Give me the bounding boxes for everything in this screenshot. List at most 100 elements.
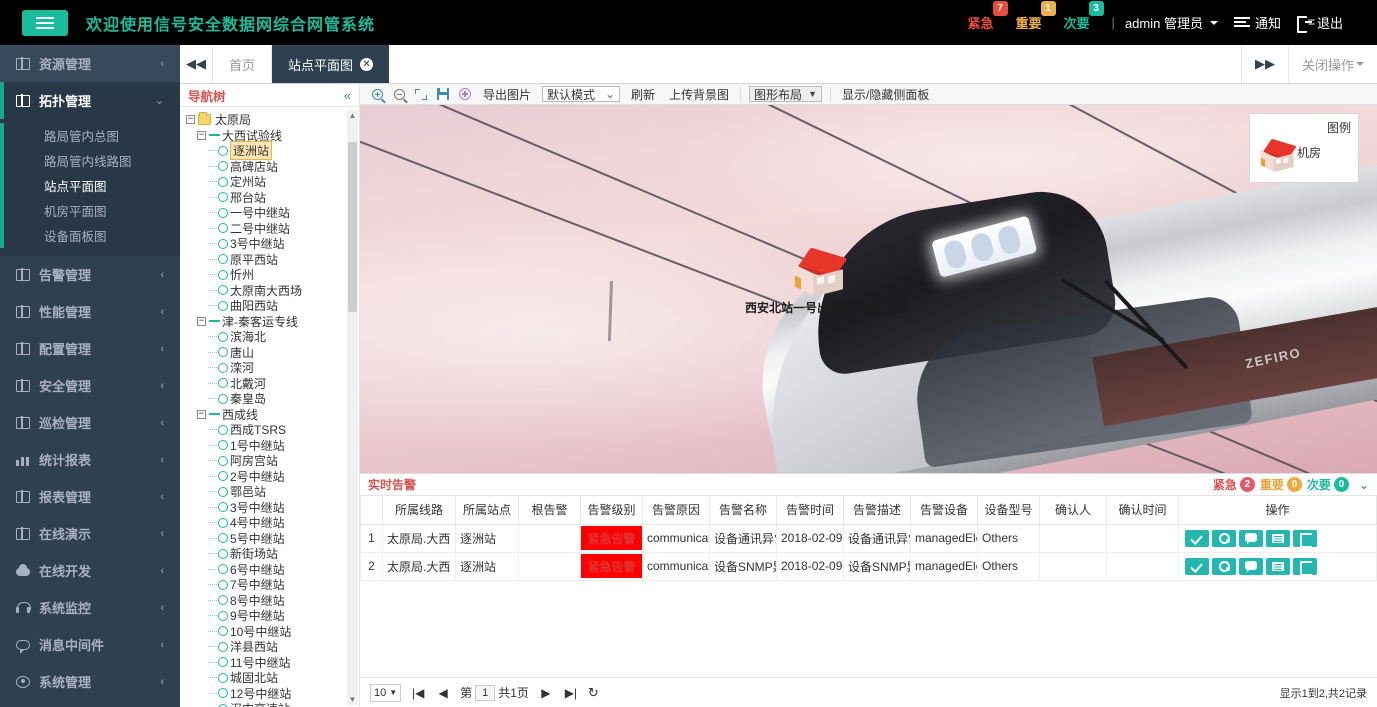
alarm-column-header[interactable]: 告警级别 bbox=[580, 496, 643, 525]
tree-node[interactable]: 鄠邑站 bbox=[186, 484, 359, 500]
tree-node[interactable]: 秦皇岛 bbox=[186, 391, 359, 407]
tree-node[interactable]: 滦河 bbox=[186, 360, 359, 376]
tree-scroll-down-icon[interactable]: ▼ bbox=[347, 694, 358, 705]
tree-node[interactable]: 1号中继站 bbox=[186, 438, 359, 454]
sidebar-item-config[interactable]: 配置管理 ‹ bbox=[0, 330, 180, 367]
alarm-table-row[interactable]: 1太原局.大西逐洲站紧急告警communicat设备通讯异常2018-02-09… bbox=[360, 523, 1377, 553]
book-icon[interactable] bbox=[1266, 529, 1290, 547]
alarm-column-header[interactable]: 根告警 bbox=[518, 496, 581, 525]
sidebar-item-statistics[interactable]: 统计报表 ‹ bbox=[0, 441, 180, 478]
hamburger-menu-icon[interactable] bbox=[22, 9, 68, 36]
tree-scroll-thumb[interactable] bbox=[348, 142, 357, 312]
tree-node[interactable]: 曲阳西站 bbox=[186, 298, 359, 314]
tree-node[interactable]: 8号中继站 bbox=[186, 593, 359, 609]
tree-node[interactable]: − 大西试验线 bbox=[186, 128, 359, 144]
display-mode-select[interactable]: 默认模式 ⌄ bbox=[542, 86, 621, 102]
tab-close-icon[interactable]: ✕ bbox=[360, 57, 374, 71]
tree-node[interactable]: 洋县西站 bbox=[186, 639, 359, 655]
last-page-button[interactable]: ▶| bbox=[563, 686, 579, 700]
upload-background-button[interactable]: 上传背景图 bbox=[662, 86, 736, 103]
sidebar-item-station-plan[interactable]: 站点平面图 bbox=[0, 173, 180, 198]
navigation-tree-body[interactable]: − 太原局 − 大西试验线 逐洲站 高碑店站 定州站 邢台站 一号中继站 二号中继站 3号中继站 原平… bbox=[180, 107, 359, 707]
add-node-icon[interactable] bbox=[454, 85, 476, 104]
search-icon[interactable] bbox=[1212, 557, 1236, 575]
sidebar-item-topology[interactable]: 拓扑管理 ⌄ bbox=[0, 82, 180, 119]
logout-button[interactable]: 退出 bbox=[1296, 13, 1343, 33]
tree-node[interactable]: 6号中继站 bbox=[186, 562, 359, 578]
comment-icon[interactable] bbox=[1239, 529, 1263, 547]
sidebar-item-security[interactable]: 安全管理 ‹ bbox=[0, 367, 180, 404]
collapse-panel-icon[interactable]: « bbox=[344, 88, 351, 103]
tree-node[interactable]: 12号中继站 bbox=[186, 686, 359, 702]
alarm-column-header[interactable]: 告警设备 bbox=[910, 496, 978, 525]
alarm-column-header[interactable]: 操作 bbox=[1178, 496, 1377, 525]
detail-icon[interactable] bbox=[1293, 529, 1317, 547]
sidebar-item-device-panel[interactable]: 设备面板图 bbox=[0, 223, 180, 248]
check-icon[interactable] bbox=[1185, 557, 1209, 575]
sidebar-item-bureau-overview[interactable]: 路局管内总图 bbox=[0, 123, 180, 148]
tree-toggle-icon[interactable]: − bbox=[197, 316, 206, 326]
page-size-select[interactable]: 10 ▼ bbox=[370, 683, 402, 702]
zoom-out-icon[interactable] bbox=[388, 85, 410, 104]
alarm-panel-collapse-icon[interactable]: ⌄ bbox=[1359, 478, 1369, 492]
alarm-table-wrapper[interactable]: 所属线路 所属站点 根告警 告警级别 告警原因 告警名称 告警时间 告警描述 告警设备 设备型号确… bbox=[360, 496, 1377, 677]
user-menu[interactable]: admin 管理员 bbox=[1125, 13, 1218, 32]
sidebar-item-resource[interactable]: 资源管理 ‹ bbox=[0, 45, 180, 82]
tree-node[interactable]: 2号中继站 bbox=[186, 469, 359, 485]
tree-node[interactable]: − 津-秦客运专线 bbox=[186, 314, 359, 330]
check-icon[interactable] bbox=[1185, 529, 1209, 547]
tree-node[interactable]: 忻州 bbox=[186, 267, 359, 283]
tree-toggle-icon[interactable]: − bbox=[197, 130, 206, 140]
search-icon[interactable] bbox=[1212, 529, 1236, 547]
tree-node[interactable]: 3号中继站 bbox=[186, 236, 359, 252]
page-number-input[interactable]: 1 bbox=[475, 684, 496, 701]
tree-node[interactable]: 阿房宫站 bbox=[186, 453, 359, 469]
tree-node[interactable]: 10号中继站 bbox=[186, 624, 359, 640]
tree-node[interactable]: 11号中继站 bbox=[186, 655, 359, 671]
sidebar-item-performance[interactable]: 性能管理 ‹ bbox=[0, 293, 180, 330]
tree-node[interactable]: − 太原局 bbox=[186, 112, 359, 128]
tree-node[interactable]: 一号中继站 bbox=[186, 205, 359, 221]
first-page-button[interactable]: |◀ bbox=[410, 686, 426, 700]
topology-canvas[interactable]: ZEFIRO 西安北站一号出站口-北京-高铁 图例 机房 bbox=[360, 105, 1377, 474]
tree-toggle-icon[interactable]: − bbox=[186, 115, 195, 125]
tree-node[interactable]: 高碑店站 bbox=[186, 159, 359, 175]
sidebar-item-online-dev[interactable]: 在线开发 ‹ bbox=[0, 552, 180, 589]
tree-node[interactable]: − 西成线 bbox=[186, 407, 359, 423]
sidebar-item-alarm[interactable]: 告警管理 ‹ bbox=[0, 256, 180, 293]
alarm-count-critical[interactable]: 紧急 2 bbox=[1213, 476, 1255, 493]
tree-node[interactable]: 汉中高速站 bbox=[186, 701, 359, 707]
tree-node[interactable]: 二号中继站 bbox=[186, 221, 359, 237]
alarm-column-header[interactable]: 确认人 bbox=[1039, 496, 1107, 525]
sidebar-item-system[interactable]: 系统管理 ‹ bbox=[0, 663, 180, 700]
sidebar-item-sysmonitor[interactable]: 系统监控 ‹ bbox=[0, 589, 180, 626]
graph-layout-select[interactable]: 图形布局 ▼ bbox=[749, 86, 822, 102]
sidebar-item-online-demo[interactable]: 在线演示 ‹ bbox=[0, 515, 180, 552]
tree-node[interactable]: 逐洲站 bbox=[186, 141, 359, 161]
tree-node[interactable]: 7号中继站 bbox=[186, 577, 359, 593]
alarm-table-row[interactable]: 2太原局.大西逐洲站紧急告警communicat设备SNMP异2018-02-0… bbox=[360, 551, 1377, 581]
tree-node[interactable]: 北戴河 bbox=[186, 376, 359, 392]
sidebar-item-room-plan[interactable]: 机房平面图 bbox=[0, 198, 180, 223]
notice-button[interactable]: 通知 bbox=[1233, 13, 1281, 32]
close-operations-menu[interactable]: 关闭操作 bbox=[1288, 45, 1377, 83]
alarm-column-header[interactable]: 所属线路 bbox=[382, 496, 456, 525]
save-icon[interactable] bbox=[432, 85, 454, 104]
tab-scroll-next-button[interactable]: ▶▶ bbox=[1241, 45, 1289, 83]
alarm-column-header[interactable]: 确认时间 bbox=[1106, 496, 1179, 525]
tree-node[interactable]: 西成TSRS bbox=[186, 422, 359, 438]
tree-node[interactable]: 9号中继站 bbox=[186, 608, 359, 624]
export-image-button[interactable]: 导出图片 bbox=[476, 86, 538, 103]
sidebar-item-bureau-linemap[interactable]: 路局管内线路图 bbox=[0, 148, 180, 173]
header-alarm-critical[interactable]: 紧急 7 bbox=[968, 1, 1008, 32]
toggle-side-panel-button[interactable]: 显示/隐藏侧面板 bbox=[835, 86, 936, 103]
tree-node[interactable]: 邢台站 bbox=[186, 190, 359, 206]
alarm-count-minor[interactable]: 次要 0 bbox=[1307, 476, 1349, 493]
tree-node[interactable]: 原平西站 bbox=[186, 252, 359, 268]
alarm-column-header[interactable]: 告警名称 bbox=[709, 496, 777, 525]
alarm-count-major[interactable]: 重要 0 bbox=[1260, 476, 1302, 493]
alarm-column-header[interactable]: 设备型号 bbox=[977, 496, 1040, 525]
sidebar-item-report[interactable]: 报表管理 ‹ bbox=[0, 478, 180, 515]
tree-node[interactable]: 唐山 bbox=[186, 345, 359, 361]
tree-node[interactable]: 4号中继站 bbox=[186, 515, 359, 531]
